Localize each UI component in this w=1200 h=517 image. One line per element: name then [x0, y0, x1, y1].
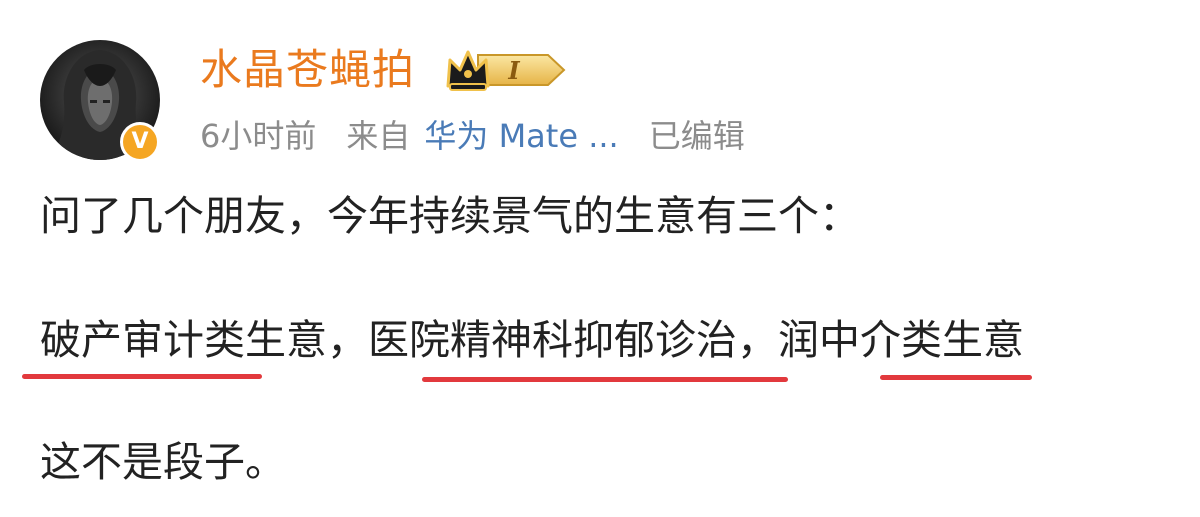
- separator: ，: [327, 316, 368, 364]
- highlight-psychiatry: 医院精神科抑郁诊治: [368, 316, 737, 364]
- content-line-2: 破产审计类生意，医院精神科抑郁诊治，润中介类生意: [40, 310, 1024, 370]
- separator: ，: [737, 316, 778, 364]
- content-line-3: 这不是段子。: [40, 438, 286, 486]
- author-name[interactable]: 水晶苍蝇拍: [200, 40, 415, 100]
- source-prefix: 来自: [346, 117, 411, 155]
- content-line-1: 问了几个朋友，今年持续景气的生意有三个：: [40, 192, 860, 240]
- post-time: 6小时前: [200, 117, 317, 155]
- verified-badge: V: [120, 122, 160, 162]
- weibo-post: V 水晶苍蝇拍 I 6小时前 来自 华为 Mate ... 已编辑 问了几个朋友…: [0, 0, 1200, 517]
- post-meta: 6小时前 来自 华为 Mate ... 已编辑: [200, 108, 745, 164]
- red-underline: [880, 375, 1032, 380]
- device-link[interactable]: 华为 Mate ...: [424, 108, 618, 164]
- highlight-bankruptcy-audit: 破产审计类生意: [40, 316, 327, 364]
- member-level-badge[interactable]: I: [444, 46, 570, 94]
- edited-label[interactable]: 已编辑: [649, 108, 745, 164]
- member-level-text: I: [507, 56, 520, 85]
- red-underline: [22, 374, 262, 379]
- red-underline: [422, 377, 788, 382]
- highlight-emigration-agency: 润中介类生意: [778, 316, 1024, 364]
